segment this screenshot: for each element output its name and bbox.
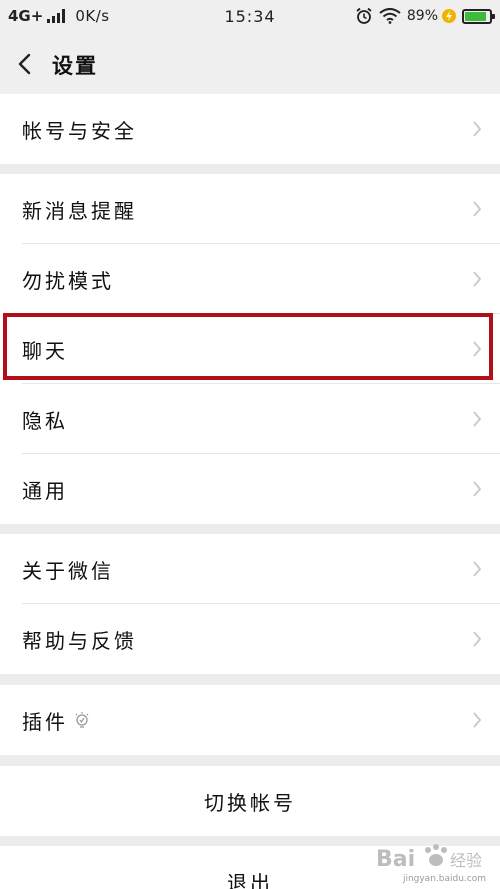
lightbulb-icon xyxy=(75,712,89,728)
settings-item-help-feedback[interactable]: 帮助与反馈 xyxy=(0,604,500,674)
watermark-brand-cn: 经验 xyxy=(450,851,482,870)
chevron-right-icon xyxy=(473,411,482,427)
paw-icon xyxy=(425,844,447,866)
battery-icon xyxy=(462,8,495,24)
settings-item-about[interactable]: 关于微信 xyxy=(0,534,500,604)
settings-item-plugins[interactable]: 插件 xyxy=(0,685,500,755)
settings-item-label: 勿扰模式 xyxy=(22,269,114,293)
settings-item-label: 隐私 xyxy=(22,409,68,433)
chevron-right-icon xyxy=(473,121,482,137)
status-bar: 4G+ 0K/s 15:34 89% xyxy=(0,0,500,34)
alarm-icon xyxy=(356,7,372,24)
chevron-right-icon xyxy=(473,561,482,577)
group-about: 关于微信 帮助与反馈 xyxy=(0,534,500,674)
settings-item-label: 帐号与安全 xyxy=(22,119,137,143)
settings-item-privacy[interactable]: 隐私 xyxy=(0,384,500,454)
status-right: 89% xyxy=(355,7,495,25)
chevron-right-icon xyxy=(473,481,482,497)
chevron-right-icon xyxy=(473,271,482,287)
switch-account-label: 切换帐号 xyxy=(204,791,296,815)
chevron-left-icon[interactable] xyxy=(14,52,38,76)
charging-icon xyxy=(442,9,456,23)
settings-item-general[interactable]: 通用 xyxy=(0,454,500,524)
settings-item-label: 通用 xyxy=(22,479,68,503)
chevron-right-icon xyxy=(473,631,482,647)
settings-item-new-message[interactable]: 新消息提醒 xyxy=(0,174,500,244)
settings-item-do-not-disturb[interactable]: 勿扰模式 xyxy=(0,244,500,314)
battery-fill xyxy=(465,11,487,21)
wifi-icon xyxy=(379,8,401,24)
settings-item-label: 关于微信 xyxy=(22,559,114,583)
watermark-url: jingyan.baidu.com xyxy=(402,874,486,884)
page-title: 设置 xyxy=(52,54,98,78)
battery-percent: 89% xyxy=(406,8,438,24)
chevron-right-icon xyxy=(473,712,482,728)
settings-item-label: 帮助与反馈 xyxy=(22,629,137,653)
watermark-brand: Bai xyxy=(376,847,415,872)
highlight-box xyxy=(3,313,493,380)
group-plugins: 插件 xyxy=(0,685,500,755)
switch-account-button[interactable]: 切换帐号 xyxy=(0,766,500,836)
chevron-right-icon xyxy=(473,201,482,217)
settings-item-account-security[interactable]: 帐号与安全 xyxy=(0,94,500,164)
settings-item-label: 新消息提醒 xyxy=(22,199,137,223)
group-account: 帐号与安全 xyxy=(0,94,500,164)
settings-item-label: 插件 xyxy=(22,710,68,734)
group-switch-account: 切换帐号 xyxy=(0,766,500,836)
title-bar: 设置 xyxy=(0,34,500,95)
